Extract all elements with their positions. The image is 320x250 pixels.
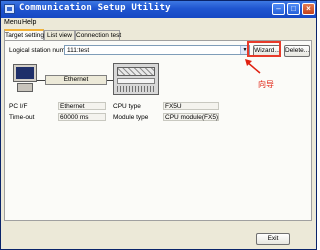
main-window: Communication Setup Utility – □ × Menu H… bbox=[0, 0, 317, 250]
annotation-arrow bbox=[245, 59, 261, 74]
exit-button[interactable]: Exit bbox=[256, 233, 290, 245]
wizard-callout: 向导 bbox=[258, 80, 274, 89]
